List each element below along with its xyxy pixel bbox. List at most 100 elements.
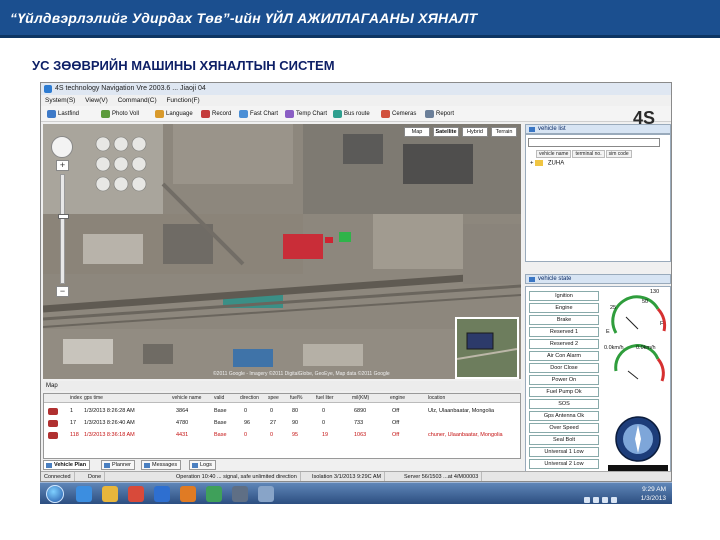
tab-hybrid[interactable]: Hybrid [462,127,488,137]
satellite-map[interactable]: Map Satellite Hybrid Terrain + − ©2011 G… [43,124,521,379]
lastfind-button[interactable]: Lastfind [47,108,79,120]
record-button[interactable]: Record [201,108,231,120]
tab-logs[interactable]: Logs [189,460,216,470]
zoom-in-button[interactable]: + [56,160,69,171]
cell-index: 17 [70,420,77,426]
menu-function[interactable]: Function(F) [166,97,199,104]
cell-valid: Base [214,420,227,426]
cell-mileage: 733 [354,420,364,426]
tab-label: Logs [200,462,212,468]
state-sos: SOS [529,399,599,409]
col-terminal-no[interactable]: terminal no. [572,150,605,158]
explorer-icon[interactable] [102,486,118,502]
app-status-bar: Connected Done Operation 10:40 ... signa… [41,471,671,481]
col-fuel[interactable]: fuel% [290,394,303,403]
fast-chart-button[interactable]: Fast Chart [239,108,278,120]
vehicle-list-header: vehicle list [525,124,671,134]
col-speed[interactable]: spee [268,394,279,403]
tab-map[interactable]: Map [404,127,430,137]
camera-icon [101,110,110,118]
system-tray[interactable] [584,490,630,503]
col-direction[interactable]: direction [240,394,259,403]
state-engine: Engine [529,303,599,313]
taskbar-clock[interactable]: 9:29 AM 1/3/2013 [641,485,666,503]
zoom-out-button[interactable]: − [56,286,69,297]
cell-fuel: 95 [292,432,299,438]
record-label: Record [212,111,232,117]
col-mileage[interactable]: mil(KM) [352,394,369,403]
status-connection: Connected [41,472,75,481]
table-row[interactable]: 17 1/3/2013 8:26:40 AM 4780 Base 96 27 9… [44,418,520,429]
tab-planner[interactable]: Planner [101,460,135,470]
photo-button[interactable]: Photo Voll [101,108,139,120]
tab-satellite[interactable]: Satellite [433,127,459,137]
chrome-icon[interactable] [128,486,144,502]
col-index[interactable]: index [70,394,82,403]
vehicle-state-header: vehicle state [525,274,671,284]
expand-icon[interactable]: + [530,161,534,167]
app-pinned-icon[interactable] [232,486,248,502]
map-pan-control[interactable] [51,136,73,158]
ie-icon[interactable] [76,486,92,502]
cell-index: 118 [70,432,79,438]
menu-bar: System(S) View(V) Command(C) Function(F) [41,95,671,106]
gauge-area: 130 25 50 E F 0.0km/h 0.0km/h [602,289,670,475]
col-engine[interactable]: engine [390,394,405,403]
col-vehicle-name[interactable]: vehicle name [172,394,201,403]
fast-chart-label: Fast Chart [250,111,279,117]
bus-route-button[interactable]: Bus route [333,108,370,120]
cell-direction: 0 [244,432,248,438]
start-button[interactable] [46,485,64,503]
cell-index: 1 [70,408,74,414]
tab-messages[interactable]: Messages [141,460,182,470]
status-server: Server 56/1503 ...at 4/M00003 [401,472,483,481]
report-button[interactable]: Report [425,108,454,120]
lastfind-label: Lastfind [58,111,80,117]
slide-header: “Үйлдвэрлэлийг Удирдах Төв”-ийн ҮЙЛ АЖИЛ… [0,0,720,38]
navigation-app-icon[interactable] [258,486,274,502]
slide-subtitle: УС ЗӨӨВРИЙН МАШИНЫ ХЯНАЛТЫН СИСТЕМ [32,58,335,73]
planner-icon [104,463,110,468]
app-pinned-icon[interactable] [206,486,222,502]
gauge-max-label: 130 [650,289,660,295]
panel-bullet-icon [529,277,535,282]
vehicle-search-input[interactable] [528,138,660,147]
photo-label: Photo Voll [112,111,140,117]
cell-time: 1/3/2013 8:26:28 AM [84,408,135,414]
zoom-slider-knob[interactable] [58,214,69,220]
camera-icon [381,110,390,118]
firefox-icon[interactable] [180,486,196,502]
col-sim-code[interactable]: sim code [605,150,632,158]
app-pinned-icon[interactable] [154,486,170,502]
col-gps-time[interactable]: gps time [84,394,103,403]
cell-mileage: 6890 [354,408,367,414]
vehicle-tree-node[interactable]: + ZUHA [530,160,564,167]
gauge-mid-label: 50 [642,299,649,305]
col-location[interactable]: location [428,394,445,403]
cell-engine: Off [392,432,400,438]
table-row[interactable]: 1 1/3/2013 8:26:28 AM 3864 Base 0 0 80 0… [44,406,520,417]
menu-command[interactable]: Command(C) [118,97,157,104]
language-button[interactable]: Language [155,108,193,120]
cameras-button[interactable]: Cemeras [381,108,416,120]
cell-valid: Base [214,432,227,438]
state-universal-2: Universal 2 Low [529,459,599,469]
overview-minimap[interactable] [455,317,519,379]
clock-date: 1/3/2013 [640,495,666,502]
col-fuel-liter[interactable]: fuel liter [316,394,334,403]
cell-fuel: 90 [292,420,299,426]
cell-fuel-liter: 0 [322,420,326,426]
table-row[interactable]: 118 1/3/2013 8:36:18 AM 4431 Base 0 0 95… [44,430,520,441]
tab-label: Planner [112,462,131,468]
vehicle-list: vehicle name terminal no. sim code + ZUHA [525,134,671,262]
menu-view[interactable]: View(V) [85,97,108,104]
cell-direction: 0 [244,408,248,414]
temp-chart-button[interactable]: Temp Chart [285,108,327,120]
col-vehicle-name[interactable]: vehicle name [536,150,572,158]
tab-terrain[interactable]: Terrain [491,127,517,137]
bottom-tab-bar: Vehicle Plan Planner Messages Logs [43,460,521,470]
tab-vehicle-plan[interactable]: Vehicle Plan [43,460,91,470]
zoom-slider[interactable] [58,174,69,284]
col-valid[interactable]: valid [214,394,224,403]
menu-system[interactable]: System(S) [45,97,75,104]
